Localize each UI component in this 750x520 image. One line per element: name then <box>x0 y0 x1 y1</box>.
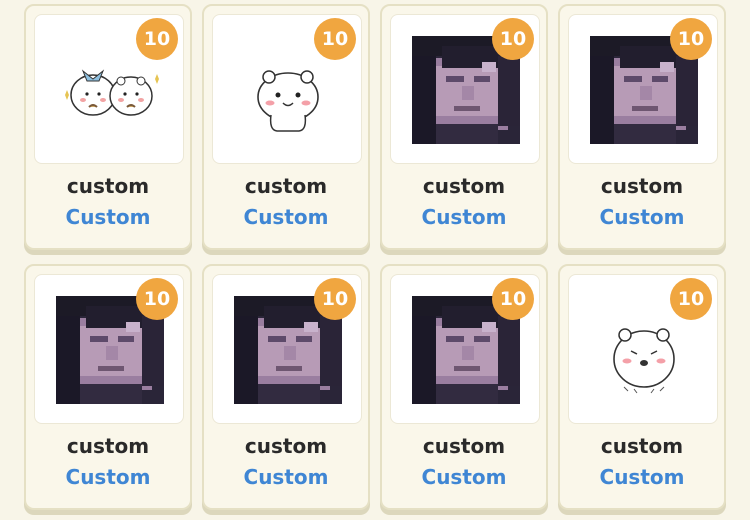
sticker-category: Custom <box>243 465 329 489</box>
sticker-name: custom <box>66 434 150 458</box>
sticker-category: Custom <box>599 465 685 489</box>
sticker-card[interactable]: 10 custom Custom <box>24 4 192 250</box>
price-badge: 10 <box>670 18 712 60</box>
price-badge: 10 <box>314 18 356 60</box>
sticker-category: Custom <box>65 465 151 489</box>
sticker-category: Custom <box>421 465 507 489</box>
sticker-card[interactable]: 10 custom Custom <box>202 264 370 510</box>
sticker-card[interactable]: 10 custom Custom <box>380 264 548 510</box>
sticker-name: custom <box>600 174 684 198</box>
sticker-card[interactable]: 10 custom Custom <box>24 264 192 510</box>
sticker-name: custom <box>600 434 684 458</box>
price-badge: 10 <box>670 278 712 320</box>
sticker-name: custom <box>422 434 506 458</box>
price-badge: 10 <box>492 18 534 60</box>
sticker-card[interactable]: 10 custom Custom <box>558 264 726 510</box>
sticker-card[interactable]: 10 custom Custom <box>380 4 548 250</box>
sticker-category: Custom <box>65 205 151 229</box>
sticker-grid: 10 custom Custom 10 custom Custom 10 cus… <box>24 4 726 510</box>
sticker-card[interactable]: 10 custom Custom <box>558 4 726 250</box>
sticker-name: custom <box>244 174 328 198</box>
sticker-card[interactable]: 10 custom Custom <box>202 4 370 250</box>
sticker-category: Custom <box>421 205 507 229</box>
sticker-name: custom <box>66 174 150 198</box>
price-badge: 10 <box>136 18 178 60</box>
sticker-category: Custom <box>243 205 329 229</box>
sticker-category: Custom <box>599 205 685 229</box>
price-badge: 10 <box>314 278 356 320</box>
sticker-name: custom <box>244 434 328 458</box>
sticker-name: custom <box>422 174 506 198</box>
price-badge: 10 <box>492 278 534 320</box>
price-badge: 10 <box>136 278 178 320</box>
